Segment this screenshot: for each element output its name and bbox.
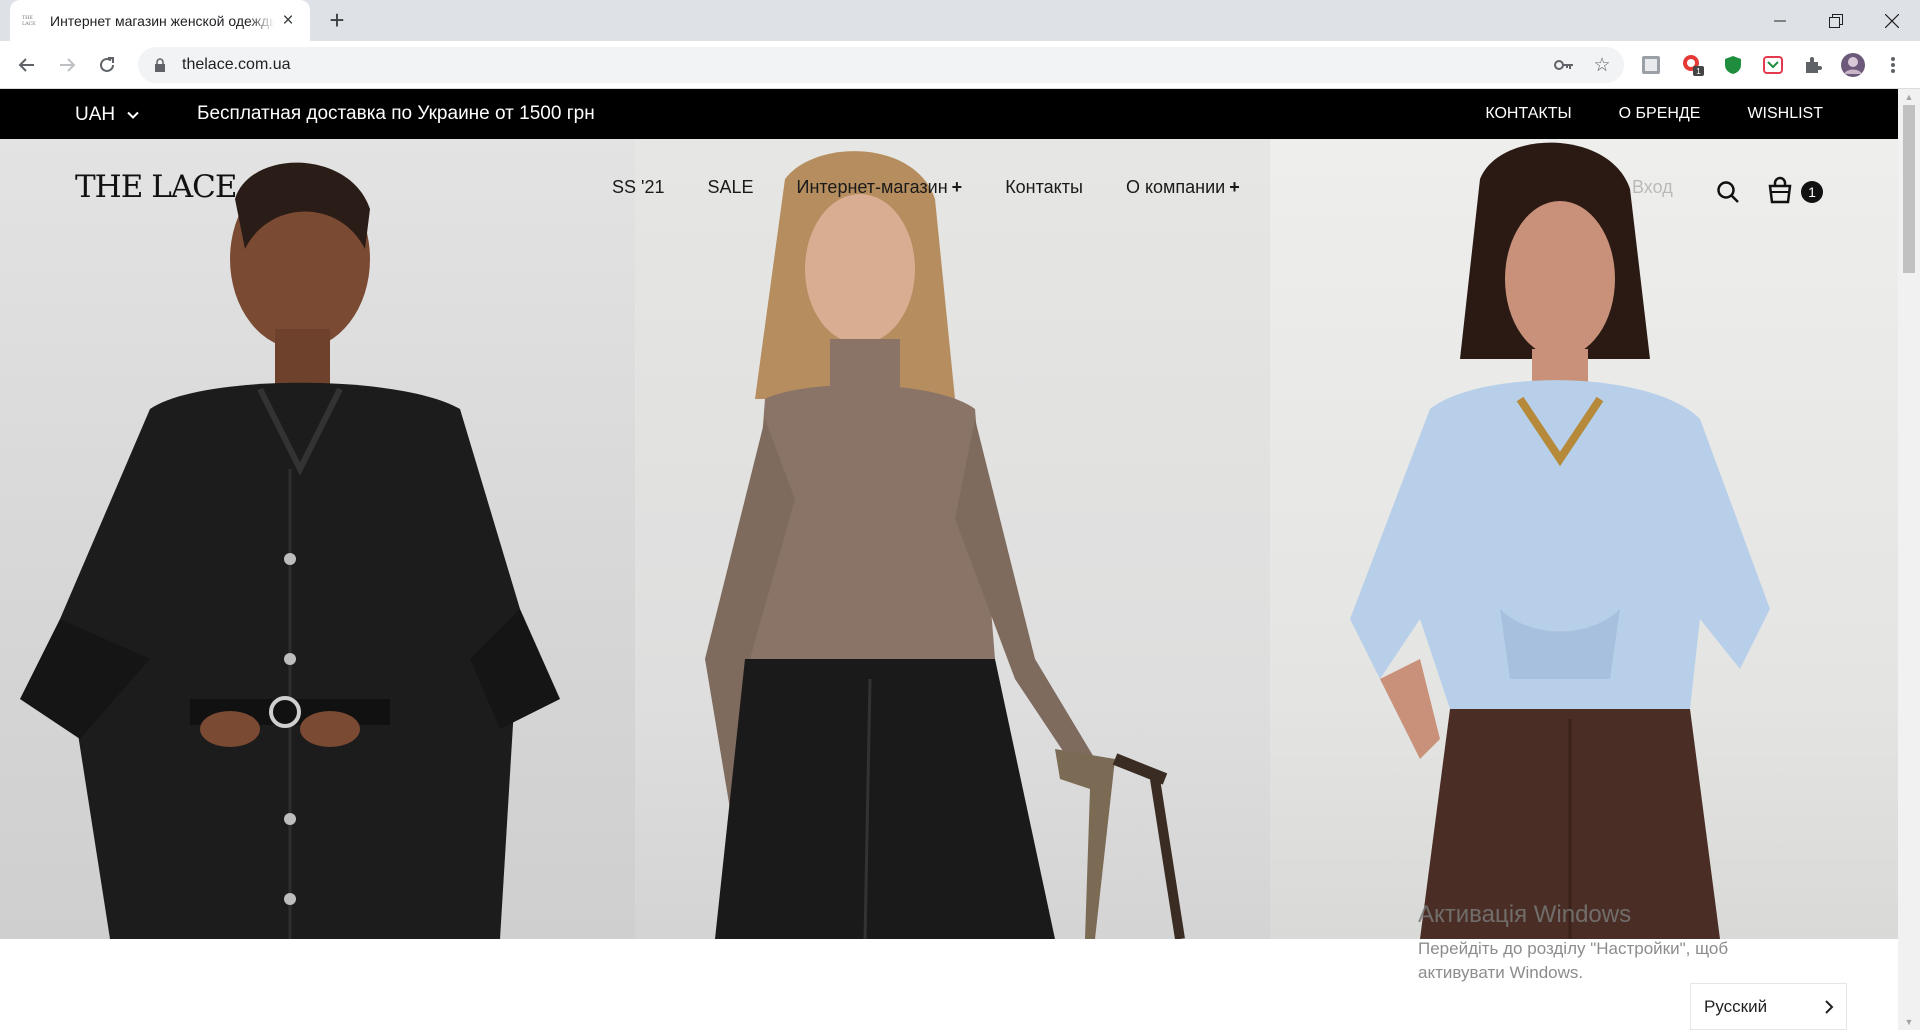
bookmark-star-icon[interactable]: ☆: [1592, 55, 1612, 76]
nav-item-sale[interactable]: SALE: [707, 177, 753, 198]
page-scrollbar[interactable]: ▲ ▼: [1898, 89, 1920, 1030]
forward-button[interactable]: [51, 49, 83, 81]
watermark-text: Перейдіть до розділу "Настройки", щоб ак…: [1418, 939, 1729, 982]
tab-favicon-icon: THE LACE: [22, 14, 36, 27]
extension-shield-icon[interactable]: [1720, 52, 1746, 78]
top-link-about-brand[interactable]: О БРЕНДЕ: [1619, 105, 1701, 123]
extension-photo-icon[interactable]: [1638, 52, 1664, 78]
nav-item-online-store[interactable]: Интернет-магазин +: [797, 177, 963, 198]
scroll-down-arrow-icon[interactable]: ▼: [1904, 1017, 1914, 1027]
watermark-title: Активація Windows: [1418, 901, 1632, 928]
top-link-contacts[interactable]: КОНТАКТЫ: [1485, 105, 1571, 123]
cart-count-badge: 1: [1801, 181, 1823, 203]
windows-activation-watermark: Активація Windows Перейдіть до розділу "…: [1418, 901, 1818, 985]
extension-badge: 1: [1696, 67, 1701, 76]
plus-icon: +: [1229, 177, 1240, 197]
plus-icon: +: [951, 177, 963, 197]
browser-tab[interactable]: THE LACE Интернет магазин женской одежды…: [10, 0, 310, 41]
browser-toolbar: thelace.com.ua ☆ 1: [0, 41, 1920, 89]
nav-label: SS '21: [612, 177, 665, 197]
close-window-button[interactable]: [1864, 0, 1920, 41]
profile-avatar-icon[interactable]: [1840, 52, 1866, 78]
nav-item-contacts[interactable]: Контакты: [1005, 177, 1083, 198]
new-tab-button[interactable]: +: [322, 6, 352, 36]
minimize-window-button[interactable]: [1752, 0, 1808, 41]
hero-photo-turtleneck[interactable]: [635, 139, 1270, 939]
url-text: thelace.com.ua: [182, 56, 291, 73]
currency-selector[interactable]: UAH: [75, 104, 139, 126]
browser-tabstrip: THE LACE Интернет магазин женской одежды…: [0, 0, 1920, 41]
nav-label: О компании: [1125, 177, 1226, 197]
free-shipping-banner: Бесплатная доставка по Украине от 1500 г…: [197, 103, 595, 124]
site-logo[interactable]: THE LACE: [75, 169, 238, 205]
nav-label: Контакты: [1005, 177, 1083, 197]
web-page: UAH Бесплатная доставка по Украине от 15…: [0, 89, 1898, 1030]
nav-label: SALE: [707, 177, 754, 197]
back-button[interactable]: [11, 49, 43, 81]
scroll-up-arrow-icon[interactable]: ▲: [1904, 92, 1914, 102]
tab-close-icon[interactable]: ×: [278, 10, 298, 32]
extension-red-icon[interactable]: 1: [1680, 52, 1706, 78]
main-navigation: SS '21 SALE Интернет-магазин + Контакты О…: [612, 177, 1240, 198]
top-link-wishlist[interactable]: WISHLIST: [1747, 105, 1823, 123]
reload-button[interactable]: [91, 49, 123, 81]
key-icon[interactable]: [1554, 55, 1574, 75]
announcement-bar: UAH Бесплатная доставка по Украине от 15…: [0, 89, 1898, 139]
browser-menu-icon[interactable]: [1880, 52, 1906, 78]
nav-item-about-company[interactable]: О компании +: [1126, 177, 1240, 198]
hero-photo-leather-dress[interactable]: [0, 139, 635, 939]
scrollbar-thumb[interactable]: [1903, 105, 1915, 273]
lock-icon[interactable]: [152, 57, 168, 73]
nav-label: Интернет-магазин: [796, 177, 948, 197]
hero-photo-blue-shirt[interactable]: [1270, 139, 1898, 939]
search-icon[interactable]: [1716, 180, 1740, 204]
address-bar[interactable]: thelace.com.ua ☆: [138, 47, 1624, 83]
hero-banner[interactable]: THE LACE SS '21 SALE Интернет-магазин + К…: [0, 139, 1898, 939]
currency-label: UAH: [75, 104, 116, 125]
language-switcher[interactable]: Русский: [1690, 983, 1847, 1030]
nav-item-ss21[interactable]: SS '21: [612, 177, 664, 198]
tab-title: Интернет магазин женской одежды THE LACE: [50, 12, 275, 29]
chevron-down-icon: [127, 111, 139, 119]
extensions-puzzle-icon[interactable]: [1800, 52, 1826, 78]
language-label: Русский: [1704, 996, 1768, 1016]
login-link[interactable]: Вход: [1632, 177, 1673, 198]
cart-icon[interactable]: [1767, 176, 1793, 204]
restore-window-button[interactable]: [1808, 0, 1864, 41]
extension-pocket-icon[interactable]: [1760, 52, 1786, 78]
chevron-right-icon: [1825, 1000, 1834, 1014]
